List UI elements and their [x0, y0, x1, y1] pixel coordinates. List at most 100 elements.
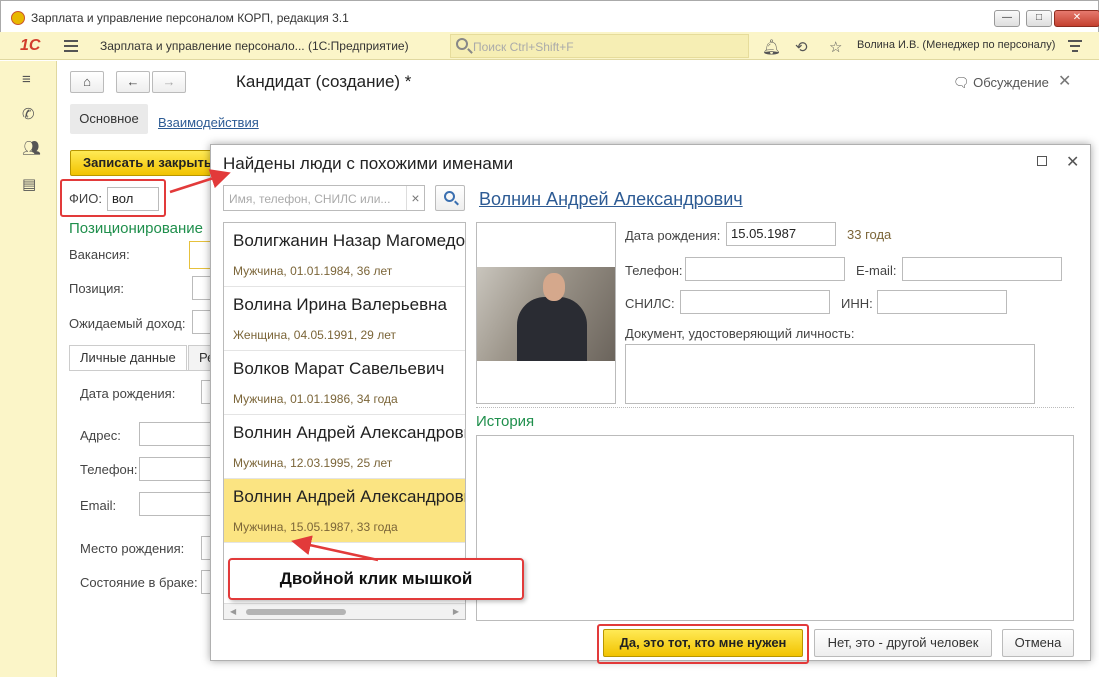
person-name: Волнин Андрей Александрович: [233, 423, 466, 442]
card-icon[interactable]: ▤: [22, 175, 36, 193]
address-label: Адрес:: [80, 428, 121, 443]
chat-icon: 🗨︎: [953, 75, 974, 90]
selected-person-name[interactable]: Волнин Андрей Александрович: [479, 189, 743, 210]
maximize-icon: □: [1035, 12, 1043, 23]
history-box: [476, 435, 1074, 621]
person-name: Волина Ирина Валерьевна: [233, 295, 447, 314]
scrollbar-thumb[interactable]: [246, 609, 346, 615]
age-value: 33 года: [847, 227, 892, 242]
birthdate-field: 15.05.1987: [726, 222, 836, 246]
phone-label: Телефон:: [80, 462, 138, 477]
yes-button-highlight: [597, 624, 809, 664]
tab-main[interactable]: Основное: [70, 104, 148, 134]
photo-image: [477, 267, 615, 361]
cancel-button[interactable]: Отмена: [1002, 629, 1074, 657]
dialog-title: Найдены люди с похожими именами: [223, 154, 514, 173]
app-logo-icon: [11, 11, 25, 25]
people-search-placeholder: Имя, телефон, СНИЛС или...: [229, 192, 391, 206]
window-titlebar: Зарплата и управление персоналом КОРП, р…: [0, 0, 1099, 32]
discussion-label: Обсуждение: [973, 75, 1049, 90]
no-button[interactable]: Нет, это - другой человек: [814, 629, 992, 657]
search-placeholder: Поиск Ctrl+Shift+F: [473, 40, 574, 54]
address-input[interactable]: [139, 422, 219, 446]
settings-icon[interactable]: [1068, 40, 1082, 55]
back-button[interactable]: ←: [116, 71, 150, 93]
birthdate-label: Дата рождения:: [625, 228, 721, 243]
people-icon[interactable]: 👥︎: [22, 139, 41, 157]
section-sidebar: ≡ ✆ 👥︎ ▤: [0, 61, 57, 677]
person-details: Женщина, 04.05.1991, 29 лет: [233, 328, 396, 342]
tab-interactions[interactable]: Взаимодействия: [158, 115, 259, 130]
list-item[interactable]: Волнин Андрей Александрович Мужчина, 12.…: [224, 415, 465, 479]
app-title: Зарплата и управление персонало... (1С:П…: [100, 39, 409, 53]
person-name: Волигжанин Назар Магомедович: [233, 231, 466, 250]
search-icon: [444, 191, 455, 202]
menu-icon[interactable]: ≡: [22, 71, 31, 88]
vacancy-label: Вакансия:: [69, 247, 130, 262]
phone-input[interactable]: [139, 457, 219, 481]
positioning-group-title: Позиционирование: [69, 220, 204, 237]
birthplace-label: Место рождения:: [80, 541, 185, 556]
search-icon: [456, 38, 468, 50]
section-divider: [476, 407, 1074, 408]
person-name: Волков Марат Савельевич: [233, 359, 445, 378]
subtab-personal[interactable]: Личные данные: [69, 345, 187, 371]
inn-field: [877, 290, 1007, 314]
list-item[interactable]: Волигжанин Назар Магомедович Мужчина, 01…: [224, 223, 465, 287]
global-search-input[interactable]: Поиск Ctrl+Shift+F: [450, 34, 749, 58]
people-search-button[interactable]: [435, 185, 465, 211]
position-label: Позиция:: [69, 281, 125, 296]
discussion-button[interactable]: 🗨︎ Обсуждение: [953, 75, 1049, 91]
email-input[interactable]: [139, 492, 219, 516]
person-details: Мужчина, 01.01.1986, 34 года: [233, 392, 398, 406]
bell-icon[interactable]: 🔔︎: [762, 38, 781, 56]
home-button[interactable]: ⌂: [70, 71, 104, 93]
maximize-icon[interactable]: [1037, 156, 1047, 166]
close-window-button[interactable]: ✕: [1054, 10, 1099, 27]
birthdate-label: Дата рождения:: [80, 386, 176, 401]
phone-label: Телефон:: [625, 263, 683, 278]
forward-button[interactable]: →: [152, 71, 186, 93]
subtab-divider: [69, 370, 219, 371]
email-label: E-mail:: [856, 263, 897, 278]
list-item-selected[interactable]: Волнин Андрей Александрович Мужчина, 15.…: [224, 479, 465, 543]
phone-field: [685, 257, 845, 281]
phone-icon[interactable]: ✆: [22, 105, 35, 123]
fio-highlight: [60, 179, 166, 217]
minimize-button[interactable]: —: [994, 10, 1020, 27]
list-item[interactable]: Волков Марат Савельевич Мужчина, 01.01.1…: [224, 351, 465, 415]
email-label: Email:: [80, 498, 117, 513]
history-icon[interactable]: ⟲: [795, 38, 808, 56]
snils-field: [680, 290, 830, 314]
income-label: Ожидаемый доход:: [69, 316, 186, 331]
people-search-input[interactable]: Имя, телефон, СНИЛС или... ×: [223, 185, 425, 211]
window-title: Зарплата и управление персоналом КОРП, р…: [31, 11, 349, 25]
close-icon[interactable]: ✕: [1066, 152, 1079, 172]
current-user[interactable]: Волина И.В. (Менеджер по персоналу): [857, 39, 1055, 51]
save-close-button[interactable]: Записать и закрыть: [70, 150, 220, 176]
arrow-right-icon: →: [162, 74, 176, 89]
arrow-left-icon: ←: [126, 74, 140, 89]
form-title: Кандидат (создание) *: [236, 72, 412, 91]
menu-icon[interactable]: [64, 40, 78, 55]
1c-logo[interactable]: 1С: [20, 37, 40, 55]
person-details: Мужчина, 12.03.1995, 25 лет: [233, 456, 393, 470]
scroll-right-icon[interactable]: ▶: [453, 607, 459, 616]
inn-label: ИНН:: [841, 296, 873, 311]
snils-label: СНИЛС:: [625, 296, 675, 311]
scroll-left-icon[interactable]: ◀: [230, 607, 236, 616]
top-toolbar: 1С Зарплата и управление персонало... (1…: [0, 32, 1099, 60]
list-item[interactable]: Волина Ирина Валерьевна Женщина, 04.05.1…: [224, 287, 465, 351]
close-icon: ✕: [1072, 12, 1082, 23]
star-icon[interactable]: ☆: [829, 38, 842, 56]
close-form-button[interactable]: ✕: [1058, 71, 1071, 91]
maximize-button[interactable]: □: [1026, 10, 1052, 27]
photo-body: [517, 297, 587, 361]
person-photo: [476, 222, 616, 404]
marital-label: Состояние в браке:: [80, 575, 198, 590]
list-horizontal-scrollbar[interactable]: ◀ ▶: [224, 603, 465, 619]
person-details: Мужчина, 01.01.1984, 36 лет: [233, 264, 393, 278]
document-label: Документ, удостоверяющий личность:: [625, 326, 855, 341]
clear-icon[interactable]: ×: [406, 186, 424, 210]
annotation-callout: Двойной клик мышкой: [228, 558, 524, 600]
